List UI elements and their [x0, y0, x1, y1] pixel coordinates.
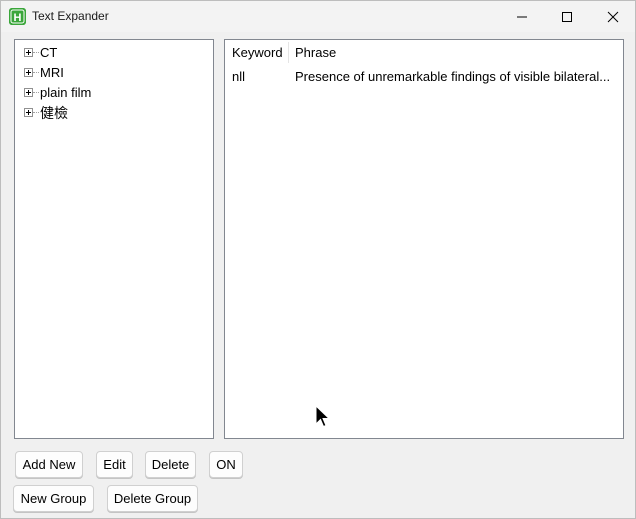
list-row[interactable]: nll Presence of unremarkable findings of… — [225, 66, 623, 86]
column-header-keyword[interactable]: Keyword — [232, 45, 283, 60]
edit-button[interactable]: Edit — [96, 451, 133, 478]
tree-item-health-check[interactable]: 健檢 — [15, 102, 213, 122]
tree-item-plain-film[interactable]: plain film — [15, 82, 213, 102]
minimize-icon — [517, 16, 527, 17]
svg-text:H: H — [14, 12, 22, 24]
tree-item-ct[interactable]: CT — [15, 42, 213, 62]
tree-connector — [33, 112, 39, 113]
tree-item-label: 健檢 — [40, 106, 68, 122]
tree-connector — [33, 72, 39, 73]
app-window: H Text Expander CT MRI plain film 健檢 Key… — [0, 0, 636, 519]
title-bar[interactable]: H Text Expander — [1, 1, 635, 32]
close-button[interactable] — [590, 1, 636, 32]
keyword-cell: nll — [232, 69, 246, 84]
phrase-cell: Presence of unremarkable findings of vis… — [295, 69, 611, 84]
delete-button[interactable]: Delete — [145, 451, 196, 478]
plus-expander-icon[interactable] — [24, 108, 33, 117]
new-group-button[interactable]: New Group — [13, 485, 94, 512]
maximize-icon — [562, 11, 572, 22]
toggle-on-button[interactable]: ON — [209, 451, 243, 478]
minimize-button[interactable] — [499, 1, 545, 32]
plus-expander-icon[interactable] — [24, 88, 33, 97]
tree-item-mri[interactable]: MRI — [15, 62, 213, 82]
plus-expander-icon[interactable] — [24, 48, 33, 57]
window-title: Text Expander — [32, 9, 109, 23]
plus-expander-icon[interactable] — [24, 68, 33, 77]
close-icon — [607, 11, 619, 22]
add-new-button[interactable]: Add New — [15, 451, 83, 478]
tree-connector — [33, 92, 39, 93]
column-divider[interactable] — [288, 42, 289, 63]
tree-item-label: CT — [40, 45, 58, 60]
maximize-button[interactable] — [544, 1, 590, 32]
app-logo-icon: H — [9, 8, 26, 25]
phrase-list[interactable]: Keyword Phrase nll Presence of unremarka… — [224, 39, 624, 439]
list-header: Keyword Phrase — [225, 40, 623, 65]
tree-item-label: plain film — [40, 85, 92, 100]
mouse-cursor-icon — [315, 404, 331, 432]
column-header-phrase[interactable]: Phrase — [295, 45, 336, 60]
group-tree[interactable]: CT MRI plain film 健檢 — [14, 39, 214, 439]
tree-connector — [33, 52, 39, 53]
tree-item-label: MRI — [40, 65, 64, 80]
delete-group-button[interactable]: Delete Group — [107, 485, 198, 512]
